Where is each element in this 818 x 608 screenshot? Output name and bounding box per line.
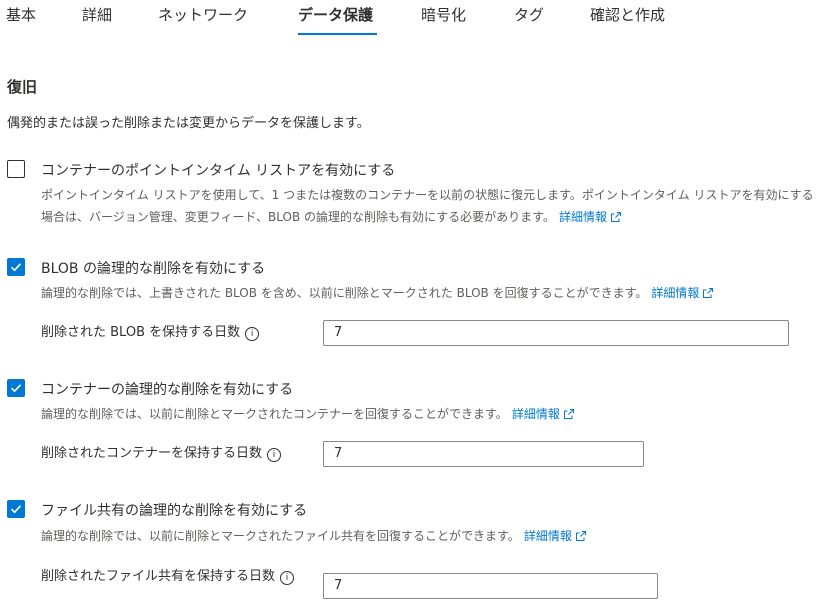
tab-data-protection[interactable]: データ保護 (298, 4, 373, 25)
container-retention-days-label: 削除されたコンテナーを保持する日数 i (41, 443, 301, 465)
external-link-icon (563, 409, 574, 419)
checkmark-icon (10, 263, 22, 272)
container-soft-delete-label[interactable]: コンテナーの論理的な削除を有効にする (41, 379, 293, 399)
file-share-soft-delete-description: 論理的な削除では、以前に削除とマークされたファイル共有を回復することができます。… (41, 525, 818, 547)
container-soft-delete-description: 論理的な削除では、以前に削除とマークされたコンテナーを回復することができます。詳… (41, 403, 818, 425)
blob-soft-delete-description: 論理的な削除では、上書きされた BLOB を含め、以前に削除とマークされた BL… (41, 282, 818, 304)
point-in-time-learn-more-link[interactable]: 詳細情報 (559, 210, 621, 224)
point-in-time-restore-description-text: ポイントインタイム リストアを使用して、1 つまたは複数のコンテナーを以前の状態… (41, 188, 814, 224)
file-share-retention-days-label: 削除されたファイル共有を保持する日数 i (41, 566, 303, 588)
blob-soft-delete-learn-more-text: 詳細情報 (651, 286, 700, 300)
container-soft-delete-learn-more-link[interactable]: 詳細情報 (512, 407, 574, 421)
info-icon[interactable]: i (245, 327, 260, 341)
file-share-soft-delete-learn-more-link[interactable]: 詳細情報 (524, 529, 586, 543)
file-share-soft-delete-learn-more-text: 詳細情報 (523, 529, 572, 543)
tab-tags[interactable]: タグ (514, 4, 544, 25)
checkmark-icon (10, 505, 22, 514)
tab-encryption[interactable]: 暗号化 (421, 4, 466, 25)
blob-retention-days-label-text: 削除された BLOB を保持する日数 (41, 325, 241, 340)
point-in-time-learn-more-text: 詳細情報 (558, 210, 607, 224)
tab-basics[interactable]: 基本 (6, 4, 36, 25)
blob-soft-delete-checkbox[interactable] (7, 258, 25, 276)
blob-soft-delete-description-text: 論理的な削除では、上書きされた BLOB を含め、以前に削除とマークされた BL… (41, 286, 648, 300)
active-tab-indicator (298, 33, 377, 35)
section-title: 復旧 (7, 78, 38, 96)
checkmark-icon (10, 384, 22, 393)
info-icon[interactable]: i (267, 448, 282, 462)
external-link-icon (703, 288, 714, 298)
blob-soft-delete-learn-more-link[interactable]: 詳細情報 (651, 286, 714, 300)
tab-advanced[interactable]: 詳細 (82, 4, 112, 25)
blob-soft-delete-label[interactable]: BLOB の論理的な削除を有効にする (41, 258, 265, 278)
tab-review-create[interactable]: 確認と作成 (590, 4, 665, 25)
file-share-retention-days-label-text: 削除されたファイル共有を保持する日数 (41, 569, 276, 584)
file-share-soft-delete-checkbox[interactable] (7, 500, 25, 518)
external-link-icon (575, 531, 586, 541)
tab-networking[interactable]: ネットワーク (158, 4, 248, 25)
blob-retention-days-input[interactable]: 7 (323, 320, 789, 346)
file-share-soft-delete-label[interactable]: ファイル共有の論理的な削除を有効にする (41, 500, 307, 520)
file-share-soft-delete-description-text: 論理的な削除では、以前に削除とマークされたファイル共有を回復することができます。 (41, 529, 520, 543)
external-link-icon (610, 212, 621, 222)
info-icon[interactable]: i (280, 571, 295, 585)
container-retention-days-label-text: 削除されたコンテナーを保持する日数 (41, 446, 263, 461)
file-share-retention-days-input[interactable]: 7 (323, 573, 658, 599)
tab-bar: 基本 詳細 ネットワーク データ保護 暗号化 タグ 確認と作成 (0, 0, 818, 40)
container-soft-delete-description-text: 論理的な削除では、以前に削除とマークされたコンテナーを回復することができます。 (41, 407, 508, 421)
point-in-time-restore-description: ポイントインタイム リストアを使用して、1 つまたは複数のコンテナーを以前の状態… (41, 184, 818, 228)
point-in-time-restore-checkbox[interactable] (7, 160, 25, 178)
section-intro: 偶発的または誤った削除または変更からデータを保護します。 (7, 116, 370, 131)
container-retention-days-input[interactable]: 7 (323, 441, 644, 467)
container-soft-delete-checkbox[interactable] (7, 379, 25, 397)
blob-retention-days-label: 削除された BLOB を保持する日数 i (41, 322, 301, 344)
point-in-time-restore-label[interactable]: コンテナーのポイントインタイム リストアを有効にする (41, 160, 395, 180)
container-soft-delete-learn-more-text: 詳細情報 (511, 407, 560, 421)
